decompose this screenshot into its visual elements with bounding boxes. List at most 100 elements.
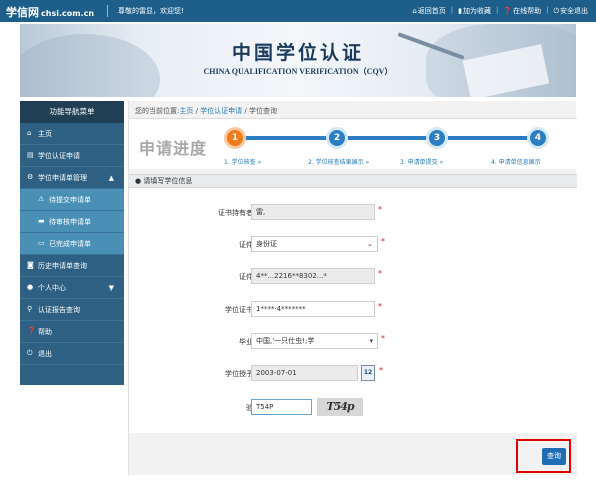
- bookmark-link[interactable]: ▮ 加为收藏: [458, 6, 491, 16]
- power-icon: ⏻: [27, 349, 33, 357]
- id-number-field[interactable]: 4**...2216**8302...*: [251, 268, 375, 284]
- sidebar-item-pending-submit[interactable]: ⚠ 待提交申请单: [20, 189, 124, 211]
- banner-title: 中国学位认证: [231, 42, 364, 64]
- help-link[interactable]: ❓ 在线帮助: [503, 6, 541, 16]
- chevron-down-icon: ⌄: [367, 240, 373, 248]
- holder-name-field[interactable]: 雷,: [251, 204, 375, 220]
- breadcrumb-separator: /: [244, 107, 247, 115]
- degree-info-form: 证书持有者姓名 雷, * 证件类型 身份证 ⌄ * 证件号码 4**...221…: [129, 188, 577, 433]
- sidebar-item-pending-review[interactable]: ▬ 待审核申请单: [20, 211, 124, 233]
- sidebar-item-label: 待提交申请单: [49, 195, 91, 204]
- link-divider: |: [450, 6, 454, 14]
- gear-icon: ⚙: [27, 173, 34, 181]
- sidebar-menu: 功能导航菜单 ⌂ 主页 ▤ 学位认证申请 ⚙ 学位申请单管理 ▲ ⚠ 待提交申请单 ▬ 待审…: [20, 101, 124, 385]
- sidebar-item-history[interactable]: ◙ 历史申请单查询: [20, 255, 124, 277]
- certificate-number-field[interactable]: 1****·4*******: [251, 301, 375, 317]
- grant-date-field[interactable]: 2003-07-01: [251, 365, 358, 381]
- user-icon: ●: [135, 177, 142, 185]
- main-content: 您的当前位置:主页 / 学位认证申请 / 学位查询 申请进度 1 2 3 4 1…: [128, 101, 577, 475]
- progress-title: 申请进度: [139, 139, 208, 158]
- captcha-image[interactable]: T54p: [317, 398, 363, 416]
- sidebar-item-label: 帮助: [38, 327, 52, 336]
- sidebar-item-label: 个人中心: [38, 283, 66, 292]
- sidebar-item-help[interactable]: ❓ 帮助: [20, 321, 124, 343]
- help-icon: ❓: [27, 327, 36, 335]
- home-icon: ⌂: [412, 6, 417, 15]
- chevron-up-icon: ▲: [108, 174, 114, 182]
- sidebar-item-label: 认证报告查询: [38, 305, 80, 314]
- logo-divider: [107, 5, 108, 17]
- banner-subtitle: CHINA QUALIFICATION VERIFICATION（CQV）: [203, 67, 393, 76]
- sidebar-item-logout[interactable]: ⏻ 退出: [20, 343, 124, 365]
- calendar-icon[interactable]: 12: [361, 365, 375, 381]
- sidebar-item-label: 待审核申请单: [49, 217, 91, 226]
- welcome-message: 尊敬的雷显，欢迎您!: [118, 7, 184, 15]
- section-header: ● 请填写学位信息: [129, 174, 577, 188]
- form-footer: [129, 433, 577, 475]
- id-type-select[interactable]: 身份证 ⌄: [251, 236, 378, 252]
- sidebar-item-completed[interactable]: ▭ 已完成申请单: [20, 233, 124, 255]
- search-icon: ⚲: [27, 305, 33, 313]
- help-icon: ❓: [503, 6, 513, 15]
- breadcrumb: 您的当前位置:主页 / 学位认证申请 / 学位查询: [135, 106, 277, 116]
- id-type-value: 身份证: [256, 240, 277, 248]
- required-mark: *: [381, 334, 385, 343]
- breadcrumb-apply[interactable]: 学位认证申请: [200, 107, 242, 115]
- form-row-holder-name: 证书持有者姓名 雷, *: [129, 204, 577, 222]
- chevron-down-icon: ▾: [369, 337, 373, 345]
- top-navigation-bar: 学信网 chsi.com.cn 尊敬的雷显，欢迎您! ⌂ 返回首页 | ▮ 加为收藏 …: [0, 0, 596, 22]
- step-2-label: 2. 学位核查结果展示 »: [308, 159, 370, 166]
- sidebar-item-label: 历史申请单查询: [38, 261, 87, 270]
- required-mark: *: [379, 366, 383, 375]
- sidebar-item-home[interactable]: ⌂ 主页: [20, 123, 124, 145]
- breadcrumb-separator: /: [195, 107, 198, 115]
- document-icon: ▤: [27, 151, 34, 159]
- home-link-label: 返回首页: [417, 7, 446, 15]
- school-select[interactable]: 中国,'一只仕虫!;学 ▾: [251, 333, 378, 349]
- top-links: ⌂ 返回首页 | ▮ 加为收藏 | ❓ 在线帮助 | ⏻ 安全退出: [412, 6, 588, 16]
- camera-icon: ◙: [27, 261, 34, 269]
- form-row-id-number: 证件号码 4**...2216**8302...* *: [129, 268, 577, 286]
- step-1-circle: 1: [224, 127, 246, 149]
- logo-text: 学信网: [6, 6, 39, 19]
- section-title: 请填写学位信息: [143, 177, 193, 185]
- required-mark: *: [378, 205, 382, 214]
- cart-icon: ▬: [38, 217, 45, 225]
- required-mark: *: [378, 302, 382, 311]
- form-row-captcha: 验证码 T54P T54p: [129, 398, 577, 417]
- inbox-icon: ▭: [38, 239, 45, 247]
- sidebar-item-personal[interactable]: ● 个人中心 ▼: [20, 277, 124, 299]
- sidebar-item-label: 已完成申请单: [49, 239, 91, 248]
- logout-link[interactable]: ⏻ 安全退出: [553, 6, 588, 16]
- required-mark: *: [381, 237, 385, 246]
- site-logo[interactable]: 学信网 chsi.com.cn: [6, 4, 94, 20]
- progress-steps: 申请进度 1 2 3 4 1. 学位核查 » 2. 学位核查结果展示 » 3. …: [129, 119, 577, 169]
- form-row-id-type: 证件类型 身份证 ⌄ *: [129, 236, 577, 254]
- home-icon: ⌂: [27, 129, 32, 137]
- logout-link-label: 安全退出: [560, 7, 588, 15]
- bookmark-icon: ▮: [458, 6, 463, 15]
- step-4-label: 4. 申请单信息展示: [491, 159, 541, 166]
- breadcrumb-home[interactable]: 主页: [179, 107, 193, 115]
- page-banner: 中国学位认证 CHINA QUALIFICATION VERIFICATION（…: [20, 24, 576, 97]
- step-3-label: 3. 申请单提交 »: [400, 159, 444, 166]
- warning-icon: ⚠: [38, 195, 45, 203]
- sidebar-item-apply[interactable]: ▤ 学位认证申请: [20, 145, 124, 167]
- sidebar-item-manage[interactable]: ⚙ 学位申请单管理 ▲: [20, 167, 124, 189]
- sidebar-item-report[interactable]: ⚲ 认证报告查询: [20, 299, 124, 321]
- link-divider: |: [496, 6, 499, 14]
- home-link[interactable]: ⌂ 返回首页: [412, 6, 445, 16]
- help-link-label: 在线帮助: [513, 7, 542, 15]
- logo-domain: chsi.com.cn: [41, 9, 95, 18]
- sidebar-item-label: 退出: [38, 349, 52, 358]
- form-row-certificate-number: 学位证书编号 1****·4******* *: [129, 301, 577, 319]
- breadcrumb-prefix: 您的当前位置:: [135, 107, 180, 115]
- progress-line: [236, 136, 544, 140]
- form-row-grant-date: 学位授予日期 2003-07-01 12 *: [129, 365, 577, 383]
- bookmark-link-label: 加为收藏: [463, 7, 492, 15]
- form-row-school: 毕业学校 中国,'一只仕虫!;学 ▾ *: [129, 333, 577, 351]
- step-4-circle: 4: [527, 127, 549, 149]
- school-value: 中国,'一只仕虫!;学: [256, 337, 315, 345]
- captcha-input[interactable]: T54P: [251, 399, 312, 415]
- link-divider: |: [546, 6, 549, 14]
